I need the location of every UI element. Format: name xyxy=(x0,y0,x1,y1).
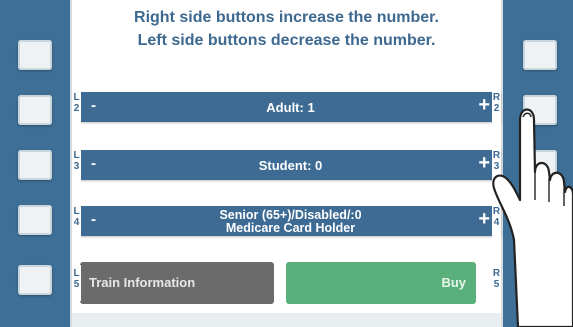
left-tag-number: 2 xyxy=(73,103,80,114)
senior-label-line-2: Medicare Card Holder xyxy=(225,221,356,235)
adult-plus[interactable]: + xyxy=(478,94,490,117)
adult-minus[interactable]: - xyxy=(91,97,96,114)
instructions: Right side buttons increase the number. … xyxy=(72,6,501,52)
instruction-line-2: Left side buttons decrease the number. xyxy=(137,32,436,49)
adult-count-row: - Adult: 1 + xyxy=(80,92,501,122)
left-tag-number: 5 xyxy=(73,279,80,290)
senior-minus[interactable]: - xyxy=(91,211,96,228)
left-hardware-button-2[interactable] xyxy=(18,95,52,125)
buy-button[interactable]: Buy xyxy=(286,262,476,304)
kiosk-screen: Right side buttons increase the number. … xyxy=(70,0,503,327)
pointing-hand-icon xyxy=(492,108,573,327)
left-tag-number: 4 xyxy=(73,217,80,228)
student-plus[interactable]: + xyxy=(478,152,490,175)
left-tag-letter: L xyxy=(73,268,80,279)
adult-label: Adult: 1 xyxy=(266,100,315,115)
student-label: Student: 0 xyxy=(258,158,323,173)
left-tag-letter: L xyxy=(73,206,80,217)
left-tag-5: L5 xyxy=(72,265,81,301)
left-tag-4: L4 xyxy=(72,203,81,239)
senior-plus[interactable]: + xyxy=(478,208,490,231)
left-tag-number: 3 xyxy=(73,161,80,172)
left-hardware-button-5[interactable] xyxy=(18,265,52,295)
train-information-button[interactable]: Train Information xyxy=(80,262,274,304)
senior-count-row: - Senior (65+)/Disabled/:0 Medicare Card… xyxy=(80,206,501,236)
student-count-row: - Student: 0 + xyxy=(80,150,501,180)
screen-bottom-bar xyxy=(72,313,501,327)
senior-label-line-1: Senior (65+)/Disabled/:0 xyxy=(219,208,362,222)
left-tag-letter: L xyxy=(73,92,80,103)
left-tag-letter: L xyxy=(73,150,80,161)
student-minus[interactable]: - xyxy=(91,155,96,172)
left-hardware-button-4[interactable] xyxy=(18,205,52,235)
left-bezel xyxy=(0,0,72,327)
left-hardware-button-3[interactable] xyxy=(18,150,52,180)
right-hardware-button-1[interactable] xyxy=(523,40,557,70)
left-hardware-button-1[interactable] xyxy=(18,40,52,70)
instruction-line-1: Right side buttons increase the number. xyxy=(134,9,439,26)
senior-label: Senior (65+)/Disabled/:0 Medicare Card H… xyxy=(110,209,471,235)
left-tag-2: L2 xyxy=(72,89,81,125)
left-tag-3: L3 xyxy=(72,147,81,183)
